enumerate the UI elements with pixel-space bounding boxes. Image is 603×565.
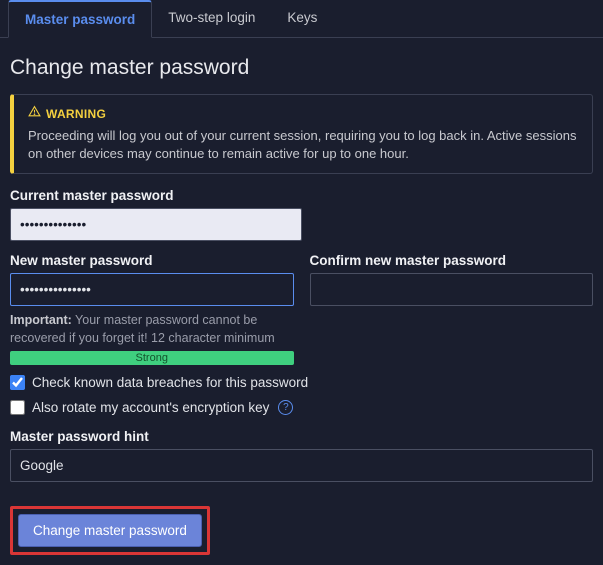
new-password-row: New master password Important: Your mast… — [10, 253, 593, 365]
help-icon[interactable]: ? — [278, 400, 293, 415]
hint-input[interactable] — [10, 449, 593, 482]
rotate-key-row: Also rotate my account's encryption key … — [10, 400, 593, 415]
warning-title-row: WARNING — [28, 105, 578, 123]
new-password-label: New master password — [10, 253, 294, 268]
confirm-password-label: Confirm new master password — [310, 253, 594, 268]
password-strength-label: Strong — [136, 352, 168, 364]
change-master-password-button[interactable]: Change master password — [18, 514, 202, 547]
tab-two-step-login[interactable]: Two-step login — [152, 0, 271, 37]
rotate-key-label: Also rotate my account's encryption key — [32, 400, 269, 415]
important-label: Important: — [10, 313, 72, 327]
new-password-group: New master password Important: Your mast… — [10, 253, 294, 365]
rotate-key-checkbox[interactable] — [10, 400, 25, 415]
warning-title-text: WARNING — [46, 106, 106, 123]
warning-body: Proceeding will log you out of your curr… — [28, 127, 578, 163]
tab-keys[interactable]: Keys — [271, 0, 333, 37]
current-password-input[interactable] — [10, 208, 302, 241]
submit-highlight: Change master password — [10, 506, 210, 555]
new-password-helptext: Important: Your master password cannot b… — [10, 312, 294, 347]
confirm-password-input[interactable] — [310, 273, 594, 306]
page-title: Change master password — [10, 56, 593, 80]
current-password-label: Current master password — [10, 188, 302, 203]
password-strength-meter: Strong — [10, 351, 294, 365]
hint-label: Master password hint — [10, 429, 593, 444]
warning-icon — [28, 105, 41, 123]
tabs-bar: Master password Two-step login Keys — [0, 0, 603, 38]
new-password-input[interactable] — [10, 273, 294, 306]
breach-check-label: Check known data breaches for this passw… — [32, 375, 308, 390]
confirm-password-group: Confirm new master password — [310, 253, 594, 365]
breach-checkbox[interactable] — [10, 375, 25, 390]
content-area: Change master password WARNING Proceedin… — [0, 38, 603, 565]
tab-master-password[interactable]: Master password — [8, 0, 152, 38]
breach-check-row: Check known data breaches for this passw… — [10, 375, 593, 390]
warning-callout: WARNING Proceeding will log you out of y… — [10, 94, 593, 174]
current-password-group: Current master password — [10, 188, 302, 241]
hint-group: Master password hint — [10, 429, 593, 482]
